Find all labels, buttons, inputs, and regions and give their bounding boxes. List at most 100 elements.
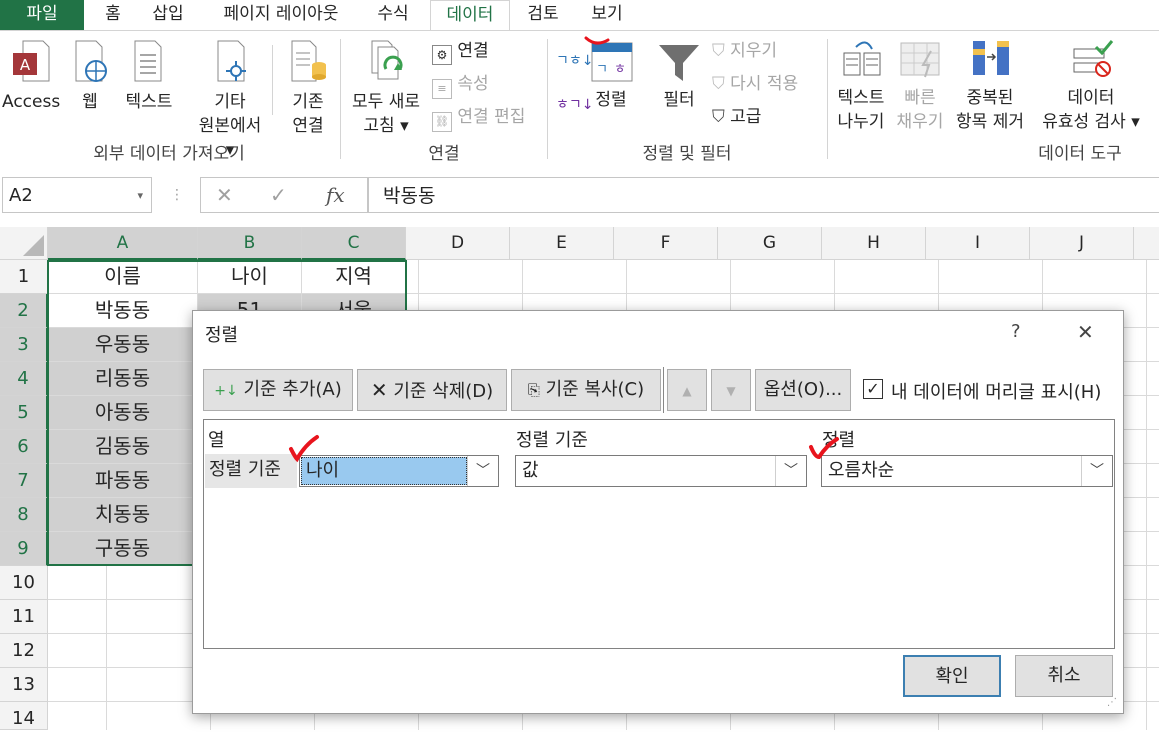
chevron-down-icon[interactable]: ﹀ <box>467 456 498 486</box>
chevron-down-icon[interactable]: ﹀ <box>775 456 806 486</box>
cell-a3[interactable]: 우동동 <box>48 328 198 362</box>
reapply-button[interactable]: ⛉ 다시 적용 <box>712 72 798 96</box>
row-header-14[interactable]: 14 <box>0 702 48 730</box>
tab-view[interactable]: 보기 <box>584 0 630 30</box>
insert-function-icon[interactable]: fx <box>326 177 345 213</box>
tab-page-layout[interactable]: 페이지 레이아웃 <box>210 0 352 30</box>
row-header-2[interactable]: 2 <box>0 294 48 328</box>
column-select[interactable]: 나이 ﹀ <box>299 455 499 487</box>
tab-formulas[interactable]: 수식 <box>370 0 416 30</box>
cancel-entry-icon[interactable]: ✕ <box>216 177 233 213</box>
chevron-down-icon[interactable]: ▾ <box>137 178 143 214</box>
column-header-f[interactable]: F <box>614 227 718 260</box>
row-header-8[interactable]: 8 <box>0 498 48 532</box>
move-up-button[interactable]: ▲ <box>667 369 707 411</box>
delete-level-button[interactable]: ✕ 기준 삭제(D) <box>357 369 507 411</box>
properties-button[interactable]: ≡ 속성 <box>432 72 489 99</box>
red-checkmark-icon <box>289 435 319 463</box>
tab-review[interactable]: 검토 <box>520 0 566 30</box>
existing-connections-button[interactable]: 기존 연결 <box>280 39 336 138</box>
row-header-3[interactable]: 3 <box>0 328 48 362</box>
row-header-12[interactable]: 12 <box>0 634 48 668</box>
advanced-filter-button[interactable]: ⛉ 고급 <box>712 105 761 129</box>
row-header-7[interactable]: 7 <box>0 464 48 498</box>
remove-duplicates-button[interactable]: 중복된 항목 제거 <box>950 39 1030 134</box>
reapply-label: 다시 적용 <box>730 74 799 94</box>
sort-level-row[interactable]: 정렬 기준 나이 ﹀ 값 ﹀ 오름차순 ﹀ <box>205 454 1113 488</box>
cell-a8[interactable]: 치동동 <box>48 498 198 532</box>
column-header-i[interactable]: I <box>926 227 1030 260</box>
cell-c1[interactable]: 지역 <box>302 260 406 294</box>
edit-links-label: 연결 편집 <box>457 107 526 127</box>
access-button[interactable]: A Access <box>2 39 60 114</box>
text-to-columns-button[interactable]: 텍스트 나누기 <box>830 39 892 134</box>
header-checkbox[interactable]: ✓ <box>863 379 883 399</box>
row-header-9[interactable]: 9 <box>0 532 48 566</box>
sort-on-select[interactable]: 값 ﹀ <box>515 455 807 487</box>
chevron-down-icon[interactable]: ﹀ <box>1081 456 1112 486</box>
flash-fill-button[interactable]: 빠른 채우기 <box>892 39 948 134</box>
formula-bar: A2 ▾ ⋮ ✕ ✓ fx 박동동 <box>0 167 1159 227</box>
row-header-11[interactable]: 11 <box>0 600 48 634</box>
column-header-c[interactable]: C <box>302 227 406 260</box>
filter-label: 필터 <box>663 90 695 110</box>
remove-duplicates-label-1: 중복된 <box>966 88 1014 108</box>
tab-insert[interactable]: 삽입 <box>146 0 190 30</box>
tab-home[interactable]: 홈 <box>96 0 130 30</box>
column-header-e[interactable]: E <box>510 227 614 260</box>
row-header-5[interactable]: 5 <box>0 396 48 430</box>
flash-fill-icon <box>900 42 940 78</box>
select-all-triangle-icon <box>23 235 44 256</box>
select-all-corner[interactable] <box>0 227 48 260</box>
filter-button[interactable]: 필터 <box>654 39 704 112</box>
column-header-b[interactable]: B <box>198 227 302 260</box>
tab-file[interactable]: 파일 <box>0 0 84 30</box>
cell-a5[interactable]: 아동동 <box>48 396 198 430</box>
row-header-10[interactable]: 10 <box>0 566 48 600</box>
row-header-6[interactable]: 6 <box>0 430 48 464</box>
close-button[interactable]: ✕ <box>1077 320 1094 344</box>
ok-button[interactable]: 확인 <box>903 655 1001 697</box>
move-down-button[interactable]: ▼ <box>711 369 751 411</box>
refresh-all-button[interactable]: 모두 새로 고침 ▾ <box>344 39 428 138</box>
cell-a2[interactable]: 박동동 <box>48 294 198 328</box>
data-validation-button[interactable]: 데이터 유효성 검사 ▾ <box>1034 39 1148 134</box>
resize-grip-icon[interactable]: ⋰ <box>1107 697 1117 708</box>
clear-filter-label: 지우기 <box>730 41 778 61</box>
add-level-button[interactable]: +↓ 기준 추가(A) <box>203 369 353 411</box>
column-header-j[interactable]: J <box>1030 227 1134 260</box>
cancel-button[interactable]: 취소 <box>1015 655 1113 697</box>
sort-button[interactable]: ㄱ ㅎ 정렬 <box>586 39 636 112</box>
help-button[interactable]: ? <box>1011 321 1021 342</box>
options-button[interactable]: 옵션(O)... <box>755 369 851 411</box>
refresh-all-label-1: 모두 새로 <box>352 92 420 112</box>
row-header-4[interactable]: 4 <box>0 362 48 396</box>
cell-a9[interactable]: 구동동 <box>48 532 198 566</box>
confirm-entry-icon[interactable]: ✓ <box>270 177 287 213</box>
copy-level-button[interactable]: ⎘ 기준 복사(C) <box>511 369 661 411</box>
from-text-label: 텍스트 <box>125 92 173 112</box>
formula-input[interactable]: 박동동 <box>368 177 1159 213</box>
row-header-1[interactable]: 1 <box>0 260 48 294</box>
group-get-external-data: 외부 데이터 가져오기 <box>93 144 245 164</box>
cell-a7[interactable]: 파동동 <box>48 464 198 498</box>
cell-a6[interactable]: 김동동 <box>48 430 198 464</box>
web-button[interactable]: 웹 <box>70 39 110 114</box>
cell-a4[interactable]: 리동동 <box>48 362 198 396</box>
order-select[interactable]: 오름차순 ﹀ <box>821 455 1113 487</box>
name-box[interactable]: A2 ▾ <box>2 177 152 213</box>
row-header-13[interactable]: 13 <box>0 668 48 702</box>
triangle-down-icon: ▼ <box>726 384 736 398</box>
edit-links-button[interactable]: ⛓ 연결 편집 <box>432 105 525 132</box>
tab-data[interactable]: 데이터 <box>430 0 510 32</box>
from-text-button[interactable]: 텍스트 <box>120 39 178 114</box>
cell-a1[interactable]: 이름 <box>48 260 198 294</box>
column-header-h[interactable]: H <box>822 227 926 260</box>
column-header-g[interactable]: G <box>718 227 822 260</box>
clear-filter-button[interactable]: ⛉ 지우기 <box>712 39 777 63</box>
cell-b1[interactable]: 나이 <box>198 260 302 294</box>
connections-button[interactable]: ⚙ 연결 <box>432 39 489 65</box>
column-header-k[interactable] <box>1134 227 1159 260</box>
column-header-a[interactable]: A <box>48 227 198 260</box>
column-header-d[interactable]: D <box>406 227 510 260</box>
